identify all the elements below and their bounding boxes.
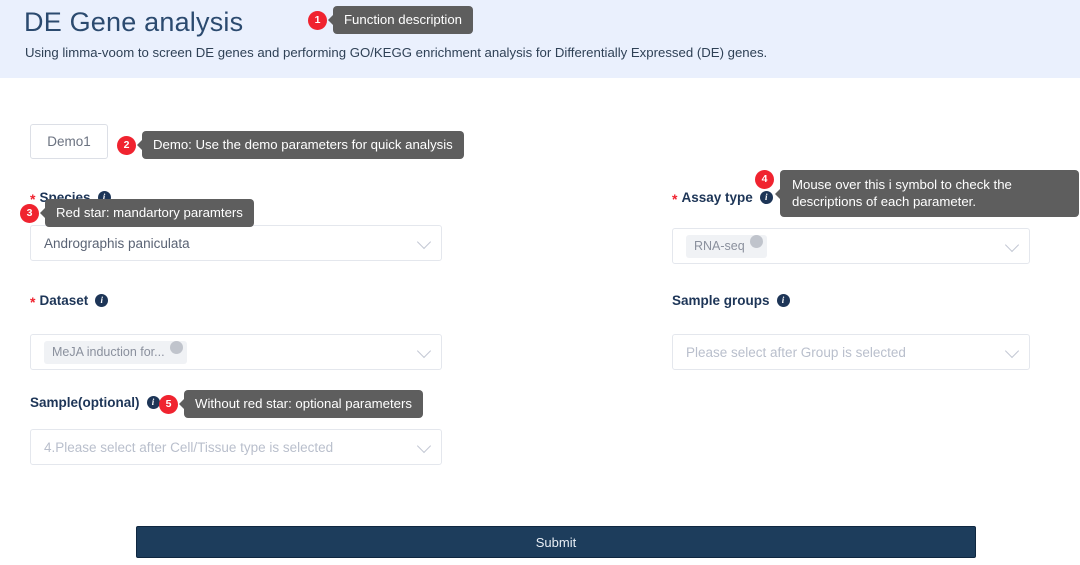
close-icon[interactable] [169,341,183,354]
dataset-selected-chip: MeJA induction for... [44,340,187,364]
callout-optional-params: 5 Without red star: optional parameters [159,390,423,418]
field-label-text: Sample(optional) [30,394,140,410]
callout-demo: 2 Demo: Use the demo parameters for quic… [117,131,464,159]
assay-type-selected-chip: RNA-seq [686,234,767,258]
info-icon[interactable]: i [146,395,160,409]
callout-tooltip-5: Without red star: optional parameters [184,390,423,418]
dataset-select[interactable]: MeJA induction for... [30,334,442,370]
callout-badge-5: 5 [159,394,178,414]
field-label-text: Dataset [39,292,89,308]
chip-label: RNA-seq [694,239,745,253]
callout-badge-2: 2 [117,135,136,155]
sample-optional-select[interactable]: 4.Please select after Cell/Tissue type i… [30,429,442,465]
required-star-icon: * [30,294,36,310]
callout-badge-3: 3 [20,203,39,223]
demo1-button[interactable]: Demo1 [30,124,108,159]
info-icon[interactable]: i [95,293,109,307]
info-icon[interactable]: i [776,293,790,307]
page-subtitle: Using limma-voom to screen DE genes and … [25,45,768,60]
callout-badge-1: 1 [308,10,327,30]
callout-tooltip-1: Function description [333,6,474,34]
chevron-down-icon [1004,343,1020,359]
callout-tooltip-2: Demo: Use the demo parameters for quick … [142,131,464,159]
chevron-down-icon [416,343,432,359]
field-label-sample-groups: Sample groups i [672,291,1080,309]
chip-label: MeJA induction for... [52,345,165,359]
field-label-text: Sample groups [672,292,770,308]
callout-tooltip-4: Mouse over this i symbol to check the de… [780,170,1079,217]
species-select[interactable]: Andrographis paniculata [30,225,442,261]
callout-function-description: 1 Function description [308,6,474,34]
callout-tooltip-3: Red star: mandartory paramters [45,199,254,227]
sample-groups-placeholder: Please select after Group is selected [686,344,906,360]
field-sample-groups: Sample groups i Please select after Grou… [672,291,1080,370]
field-label-text: Assay type [681,189,753,205]
field-dataset: * Dataset i MeJA induction for... [30,291,442,370]
chevron-down-icon [1004,237,1020,253]
sample-groups-select[interactable]: Please select after Group is selected [672,334,1030,370]
callout-info-symbol: 4 Mouse over this i symbol to check the … [755,170,1079,217]
page-title: DE Gene analysis [24,7,244,37]
close-icon[interactable] [749,235,763,248]
assay-type-select[interactable]: RNA-seq [672,228,1030,264]
page-header: DE Gene analysis Using limma-voom to scr… [0,0,1080,78]
required-star-icon: * [672,191,678,207]
chevron-down-icon [416,234,432,250]
species-selected-value: Andrographis paniculata [44,235,190,251]
submit-button[interactable]: Submit [136,526,976,558]
field-label-dataset: * Dataset i [30,291,442,309]
callout-badge-4: 4 [755,170,774,189]
callout-required-star: 3 Red star: mandartory paramters [20,199,254,227]
sample-optional-placeholder: 4.Please select after Cell/Tissue type i… [44,439,334,455]
chevron-down-icon [416,438,432,454]
